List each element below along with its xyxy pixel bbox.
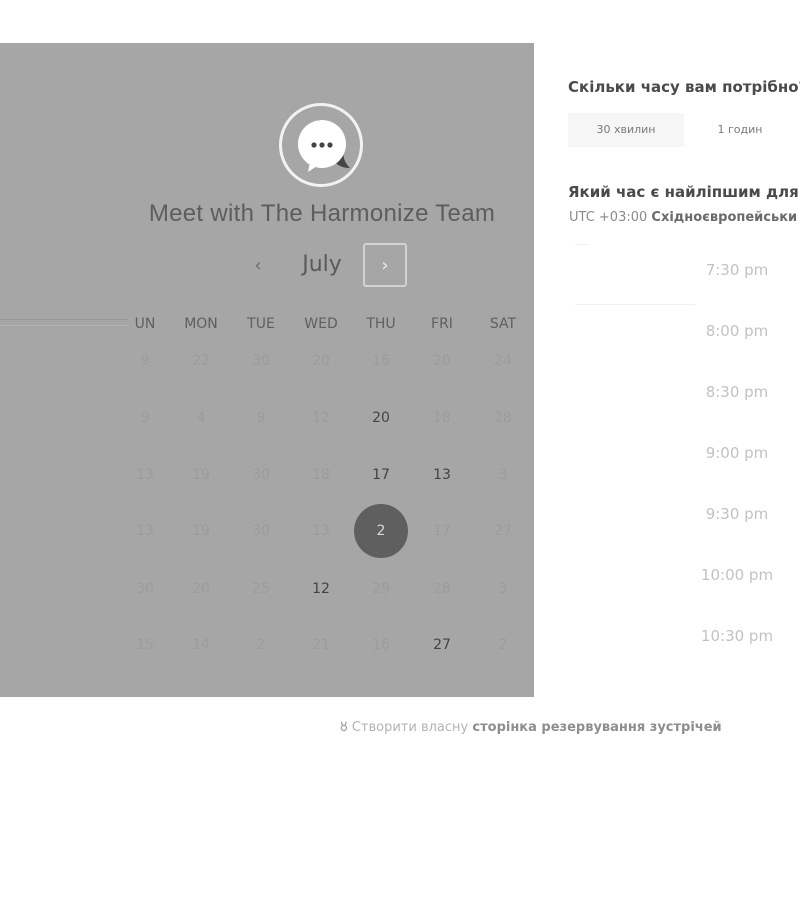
calendar-day: 22 (192, 353, 210, 369)
weekday-header: TUE (247, 316, 275, 332)
time-slot[interactable]: 8:30 pm (672, 383, 800, 401)
chevron-left-icon: ‹ (254, 254, 262, 276)
duration-60-button[interactable]: 1 годин (694, 113, 786, 147)
calendar-day: 27 (494, 523, 512, 539)
calendar-day: 3 (498, 581, 508, 597)
calendar-day: 4 (196, 410, 206, 426)
calendar-day: 20 (433, 353, 451, 369)
page-title: Meet with The Harmonize Team (148, 200, 496, 227)
hubspot-sprocket-icon: 🜘 (340, 720, 348, 735)
calendar-day: 30 (252, 467, 270, 483)
calendar-day: 13 (136, 467, 154, 483)
calendar-day: 25 (252, 581, 270, 597)
prev-month-button[interactable]: ‹ (236, 243, 280, 287)
calendar-day[interactable]: 13 (415, 448, 469, 502)
calendar-day: 29 (372, 581, 390, 597)
calendar-day[interactable]: 27 (415, 618, 469, 672)
calendar-day-selected[interactable]: 2 (354, 504, 408, 558)
month-label: July (302, 252, 342, 277)
calendar-day: 30 (136, 581, 154, 597)
time-slot[interactable]: 7:30 pm (672, 261, 800, 279)
calendar-day[interactable]: 17 (354, 448, 408, 502)
calendar-day: 3 (498, 467, 508, 483)
calendar-day: 9 (140, 353, 150, 369)
timezone-offset: UTC +03:00 (569, 210, 648, 225)
time-slot[interactable]: 9:30 pm (672, 505, 800, 523)
calendar-day: 12 (312, 410, 330, 426)
calendar-day: 13 (136, 523, 154, 539)
create-booking-page-link[interactable]: 🜘 Створити власну сторінка резервування … (340, 713, 722, 739)
duration-30-button[interactable]: 30 хвилин (568, 113, 684, 147)
timezone-select[interactable]: UTC +03:00 Східноєвропейськи (569, 210, 797, 225)
footer-prefix: Створити власну (351, 720, 469, 735)
calendar-day: 15 (136, 637, 154, 653)
calendar-day: 14 (192, 637, 210, 653)
calendar-day: 28 (433, 581, 451, 597)
divider (0, 325, 128, 326)
weekday-header: WED (304, 316, 338, 332)
weekday-header: SAT (489, 316, 517, 332)
calendar-day: 18 (312, 467, 330, 483)
calendar-day: 9 (256, 410, 266, 426)
calendar-day: 16 (372, 637, 390, 653)
time-slot[interactable]: 9:00 pm (672, 444, 800, 462)
calendar-day: 17 (433, 523, 451, 539)
calendar-day: 9 (140, 410, 150, 426)
time-question: Який час є найліпшим для в (568, 183, 800, 201)
weekday-header: FRI (431, 316, 453, 332)
slot-divider (575, 244, 589, 245)
time-slot[interactable]: 10:00 pm (672, 566, 800, 584)
calendar-day: 13 (312, 523, 330, 539)
weekday-header: MON (184, 316, 218, 332)
slot-divider (575, 304, 695, 305)
calendar-day: 2 (256, 637, 266, 653)
calendar-day: 18 (433, 410, 451, 426)
calendar-day: 16 (372, 353, 390, 369)
calendar-day: 19 (192, 467, 210, 483)
calendar-day: 24 (494, 353, 512, 369)
duration-question: Скільки часу вам потрібно? (568, 78, 800, 96)
calendar-day[interactable]: 12 (294, 562, 348, 616)
time-slot[interactable]: 10:30 pm (672, 627, 800, 645)
calendar-day: 30 (252, 523, 270, 539)
calendar-day: 21 (312, 637, 330, 653)
calendar-day: 28 (494, 410, 512, 426)
calendar-day: 2 (498, 637, 508, 653)
next-month-button[interactable]: › (363, 243, 407, 287)
weekday-header: UN (134, 316, 156, 332)
divider (0, 319, 128, 320)
time-slot[interactable]: 8:00 pm (672, 322, 800, 340)
avatar (279, 103, 363, 187)
calendar-day[interactable]: 20 (354, 391, 408, 445)
calendar-day: 20 (312, 353, 330, 369)
chat-bubble-icon (298, 120, 350, 172)
calendar-day: 19 (192, 523, 210, 539)
calendar-day: 30 (252, 353, 270, 369)
footer-link-text: сторінка резервування зустрічей (472, 720, 722, 735)
calendar-day: 20 (192, 581, 210, 597)
chevron-right-icon: › (381, 254, 389, 276)
timezone-name: Східноєвропейськи (651, 210, 798, 225)
weekday-header: THU (366, 316, 396, 332)
